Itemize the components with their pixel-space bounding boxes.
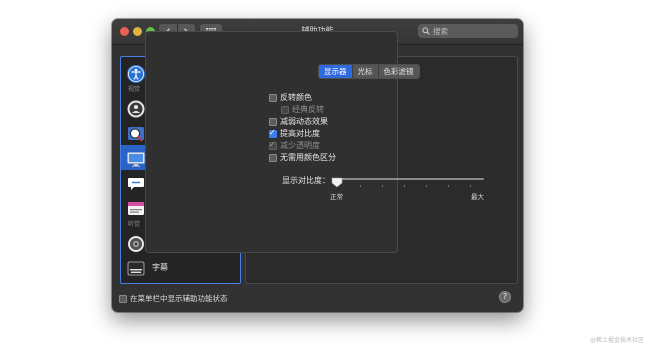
slider-max-label: 最大 <box>471 193 484 201</box>
option-label: 提高对比度 <box>280 129 320 138</box>
option-label: 减弱动态效果 <box>280 117 328 126</box>
tab-display[interactable]: 显示器 <box>319 65 352 78</box>
speech-icon <box>126 174 146 192</box>
slider-tick <box>448 185 449 187</box>
reduce-motion-checkbox[interactable] <box>269 117 277 126</box>
invert-colors-option[interactable]: 反转颜色 <box>269 92 312 103</box>
search-icon <box>422 27 430 35</box>
increase-contrast-option[interactable]: ✓ 提高对比度 <box>269 128 320 139</box>
slider-min-label: 正常 <box>330 193 343 201</box>
accessibility-icon <box>126 64 146 83</box>
contrast-slider-label: 显示对比度： <box>282 176 330 185</box>
captions-icon <box>126 259 146 277</box>
option-label: 无需用颜色区分 <box>280 153 336 162</box>
watermark: @稀土掘金技术社区 <box>589 337 644 344</box>
contrast-slider-thumb[interactable] <box>331 173 343 192</box>
option-label: 在菜单栏中显示辅助功能状态 <box>130 294 228 303</box>
display-icon <box>126 149 146 167</box>
sidebar-item-captions[interactable]: 字幕 <box>121 255 240 280</box>
slider-tick <box>360 185 361 187</box>
tab-cursor[interactable]: 光标 <box>351 65 378 78</box>
tab-bar: 显示器 光标 色彩滤镜 <box>318 64 420 79</box>
increase-contrast-checkbox[interactable]: ✓ <box>269 127 277 138</box>
audio-icon <box>126 234 146 252</box>
tab-color-filters[interactable]: 色彩滤镜 <box>377 65 419 78</box>
option-label: 反转颜色 <box>280 93 312 102</box>
show-in-menubar-checkbox[interactable] <box>119 294 127 303</box>
help-button[interactable]: ? <box>499 291 511 303</box>
checkmark-icon: ✓ <box>269 127 276 137</box>
classic-invert-checkbox[interactable] <box>281 105 289 114</box>
classic-invert-option[interactable]: 经典反转 <box>281 104 324 115</box>
invert-colors-checkbox[interactable] <box>269 93 277 102</box>
search-input[interactable]: 搜索 <box>418 24 518 38</box>
option-label: 经典反转 <box>292 105 324 114</box>
differentiate-without-color-option[interactable]: 无需用颜色区分 <box>269 152 336 163</box>
slider-tick <box>404 185 405 187</box>
differentiate-without-color-checkbox[interactable] <box>269 153 277 162</box>
slider-tick <box>470 185 471 187</box>
slider-tick <box>426 185 427 187</box>
slider-tick <box>382 185 383 187</box>
descriptions-icon <box>126 199 146 217</box>
reduce-motion-option[interactable]: 减弱动态效果 <box>269 116 328 127</box>
reduce-transparency-checkbox[interactable]: ✓ <box>269 139 277 150</box>
sidebar-item-label: 字幕 <box>152 263 168 272</box>
search-placeholder: 搜索 <box>433 26 448 36</box>
zoom-icon <box>126 124 146 142</box>
option-label: 减少透明度 <box>280 141 320 150</box>
checkmark-icon: ✓ <box>269 139 276 149</box>
voiceover-icon <box>126 99 146 117</box>
show-in-menubar-option[interactable]: 在菜单栏中显示辅助功能状态 <box>119 293 228 304</box>
reduce-transparency-option[interactable]: ✓ 减少透明度 <box>269 140 320 151</box>
contrast-slider-track[interactable] <box>338 178 484 180</box>
